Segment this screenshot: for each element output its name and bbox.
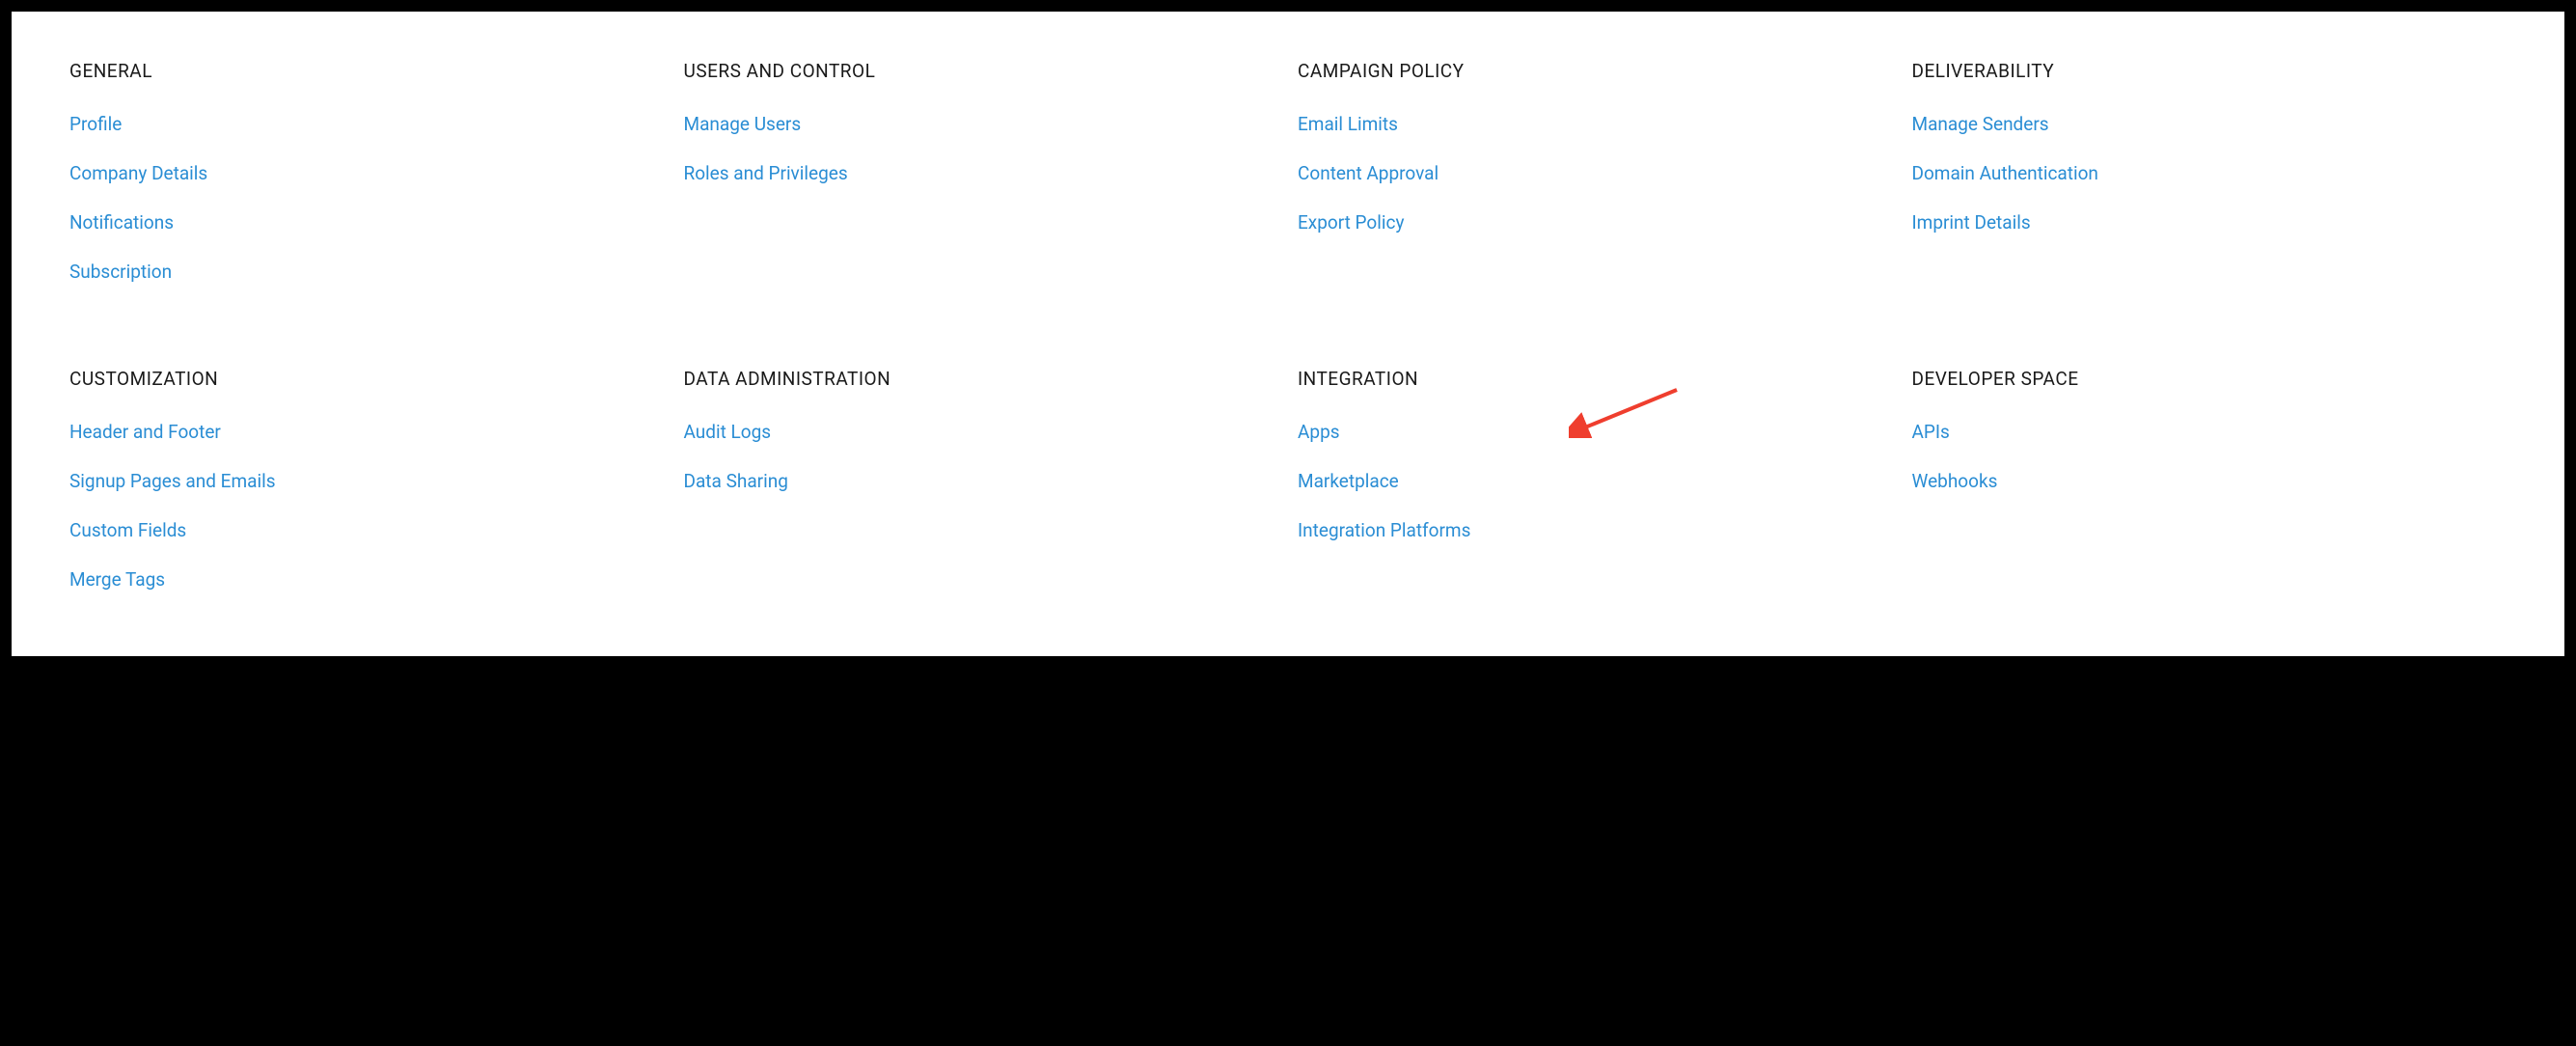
link-subscription[interactable]: Subscription [69,261,172,283]
link-audit-logs[interactable]: Audit Logs [684,421,772,443]
link-header-footer[interactable]: Header and Footer [69,421,221,443]
settings-grid: GENERAL Profile Company Details Notifica… [12,12,2564,656]
link-company-details[interactable]: Company Details [69,162,207,184]
section-deliverability: DELIVERABILITY Manage Senders Domain Aut… [1912,60,2507,310]
link-merge-tags[interactable]: Merge Tags [69,568,165,591]
link-marketplace[interactable]: Marketplace [1298,470,1399,492]
link-export-policy[interactable]: Export Policy [1298,211,1404,234]
link-email-limits[interactable]: Email Limits [1298,113,1398,135]
section-title-campaign-policy: CAMPAIGN POLICY [1298,60,1893,82]
section-campaign-policy: CAMPAIGN POLICY Email Limits Content App… [1298,60,1893,310]
section-customization: CUSTOMIZATION Header and Footer Signup P… [69,368,665,618]
link-profile[interactable]: Profile [69,113,122,135]
link-data-sharing[interactable]: Data Sharing [684,470,788,492]
section-title-deliverability: DELIVERABILITY [1912,60,2507,82]
link-apps[interactable]: Apps [1298,421,1340,443]
section-title-integration: INTEGRATION [1298,368,1893,390]
link-roles-privileges[interactable]: Roles and Privileges [684,162,848,184]
link-custom-fields[interactable]: Custom Fields [69,519,186,541]
link-integration-platforms[interactable]: Integration Platforms [1298,519,1470,541]
section-title-general: GENERAL [69,60,665,82]
section-title-developer-space: DEVELOPER SPACE [1912,368,2507,390]
link-notifications[interactable]: Notifications [69,211,174,234]
section-title-customization: CUSTOMIZATION [69,368,665,390]
link-manage-senders[interactable]: Manage Senders [1912,113,2049,135]
section-general: GENERAL Profile Company Details Notifica… [69,60,665,310]
section-integration: INTEGRATION Apps Marketplace Integration… [1298,368,1893,618]
link-webhooks[interactable]: Webhooks [1912,470,1998,492]
link-domain-authentication[interactable]: Domain Authentication [1912,162,2098,184]
section-data-administration: DATA ADMINISTRATION Audit Logs Data Shar… [684,368,1279,618]
link-manage-users[interactable]: Manage Users [684,113,802,135]
link-apis[interactable]: APIs [1912,421,1950,443]
link-signup-pages-emails[interactable]: Signup Pages and Emails [69,470,276,492]
section-title-users-control: USERS AND CONTROL [684,60,1279,82]
section-developer-space: DEVELOPER SPACE APIs Webhooks [1912,368,2507,618]
link-content-approval[interactable]: Content Approval [1298,162,1439,184]
section-users-control: USERS AND CONTROL Manage Users Roles and… [684,60,1279,310]
section-title-data-administration: DATA ADMINISTRATION [684,368,1279,390]
link-imprint-details[interactable]: Imprint Details [1912,211,2031,234]
